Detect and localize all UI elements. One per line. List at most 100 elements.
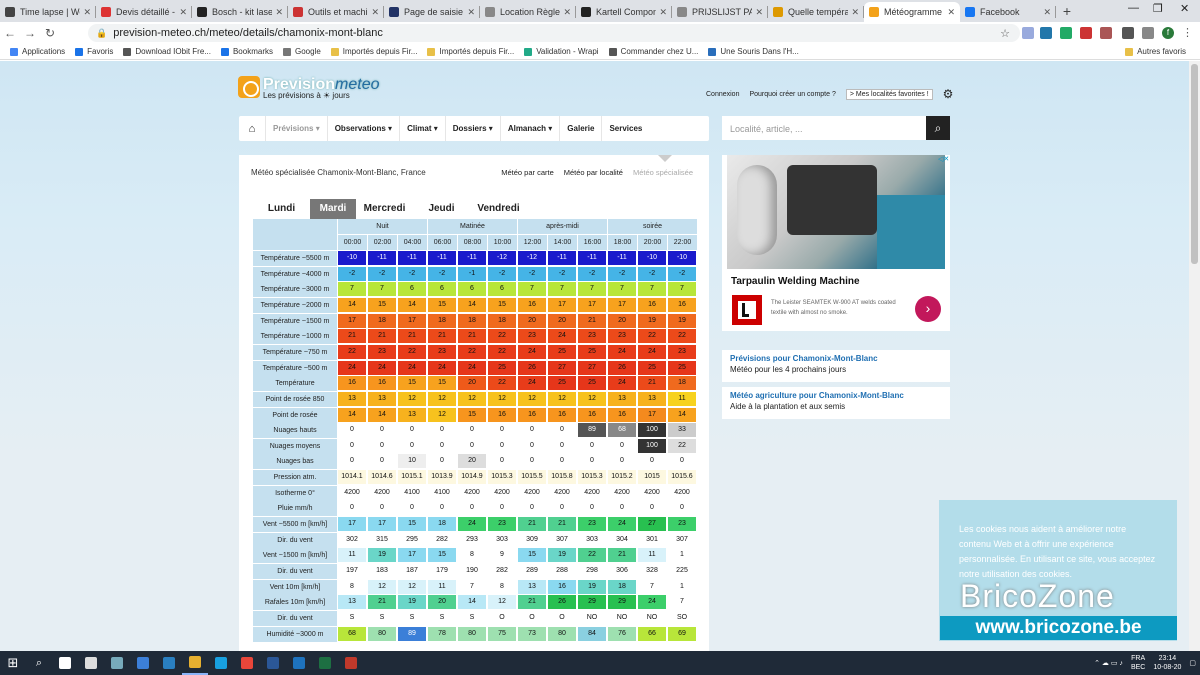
clock[interactable]: 23:14 10-08-20	[1153, 654, 1181, 672]
maximize-icon[interactable]: ❐	[1153, 2, 1163, 15]
keyboard-layout-label[interactable]: BEC	[1131, 664, 1145, 671]
url-field[interactable]: 🔒 prevision-meteo.ch/meteo/details/chamo…	[88, 24, 1020, 42]
bookmark-item[interactable]: Importés depuis Fir...	[330, 47, 417, 56]
tab-close-icon[interactable]: ✕	[467, 7, 475, 18]
new-tab-icon[interactable]: +	[1056, 2, 1078, 22]
bookmark-item[interactable]: Favoris	[75, 47, 113, 56]
tab-close-icon[interactable]: ✕	[179, 7, 187, 18]
extension-icon-2[interactable]	[1040, 27, 1052, 39]
close-window-icon[interactable]: ✕	[1180, 2, 1189, 15]
browser-tab[interactable]: Page de saisie de✕	[384, 2, 480, 22]
browser-tab[interactable]: Facebook ✕	[960, 2, 1056, 22]
browser-tab[interactable]: Time lapse | Wei ✕	[0, 2, 96, 22]
extension-icon-7[interactable]	[1142, 27, 1154, 39]
ad-choices-icon[interactable]: ◁✕	[938, 155, 949, 163]
extension-icon-1[interactable]	[1022, 27, 1034, 39]
extension-icon-4[interactable]	[1080, 27, 1092, 39]
taskbar-app-icon[interactable]	[312, 651, 338, 675]
bookmark-item[interactable]: Download IObit Fre...	[123, 47, 211, 56]
taskbar-app-icon[interactable]	[104, 651, 130, 675]
forward-icon[interactable]: →	[20, 26, 40, 40]
ad-banner[interactable]: ◁✕ Tarpaulin Welding Machine The Leister…	[722, 155, 950, 331]
search-taskbar-icon[interactable]: ⌕	[26, 651, 52, 675]
view-tab[interactable]: Météo par carte	[501, 168, 554, 177]
bookmark-item[interactable]: Google	[282, 47, 321, 56]
taskbar-app-icon[interactable]	[156, 651, 182, 675]
scrollbar-thumb[interactable]	[1191, 64, 1198, 264]
view-tab[interactable]: Météo par localité	[564, 168, 623, 177]
bookmark-item[interactable]: Importés depuis Fir...	[427, 47, 514, 56]
day-tab[interactable]: Lundi	[253, 199, 310, 219]
nav-item[interactable]: Services	[601, 116, 649, 141]
nav-item[interactable]: Almanach ▾	[499, 116, 559, 141]
nav-item[interactable]: Dossiers ▾	[444, 116, 500, 141]
nav-item[interactable]: Prévisions ▾	[265, 116, 327, 141]
taskbar-app-icon[interactable]	[234, 651, 260, 675]
login-link[interactable]: Connexion	[706, 91, 739, 98]
tab-close-icon[interactable]: ✕	[755, 7, 763, 18]
tab-close-icon[interactable]: ✕	[947, 7, 955, 18]
bookmark-item[interactable]: Applications	[10, 47, 65, 56]
browser-tab[interactable]: Quelle températu✕	[768, 2, 864, 22]
ad-title[interactable]: Tarpaulin Welding Machine	[731, 276, 860, 287]
tab-close-icon[interactable]: ✕	[83, 7, 91, 18]
tab-close-icon[interactable]: ✕	[1043, 7, 1051, 18]
tab-close-icon[interactable]: ✕	[563, 7, 571, 18]
browser-tab[interactable]: Bosch - kit laser ✕	[192, 2, 288, 22]
bookmark-other[interactable]: Autres favoris	[1125, 47, 1186, 56]
taskbar-app-icon[interactable]	[260, 651, 286, 675]
search-input[interactable]: Localité, article, ...	[722, 116, 926, 140]
browser-tab[interactable]: Location Règle à✕	[480, 2, 576, 22]
windows-start-icon[interactable]: ⊞	[0, 651, 26, 675]
notification-icon[interactable]: ▢	[1189, 659, 1196, 667]
taskbar-app-icon[interactable]	[52, 651, 78, 675]
bookmark-item[interactable]: Bookmarks	[220, 47, 273, 56]
create-account-link[interactable]: Pourquoi créer un compte ?	[749, 91, 835, 98]
profile-avatar[interactable]: f	[1162, 27, 1174, 39]
taskbar-app-icon[interactable]	[78, 651, 104, 675]
star-icon[interactable]: ☆	[1000, 27, 1010, 40]
tab-close-icon[interactable]: ✕	[659, 7, 667, 18]
search-icon[interactable]: ⌕	[926, 116, 950, 140]
forecast-link-box[interactable]: Prévisions pour Chamonix-Mont-Blanc Mété…	[722, 350, 950, 382]
bookmark-item[interactable]: Commander chez U...	[608, 47, 698, 56]
browser-tab[interactable]: Météogramme d ✕	[864, 2, 960, 22]
menu-dots-icon[interactable]: ⋮	[1182, 26, 1193, 39]
agriculture-link-box[interactable]: Météo agriculture pour Chamonix-Mont-Bla…	[722, 387, 950, 419]
browser-tab[interactable]: Kartell Compone ✕	[576, 2, 672, 22]
tab-close-icon[interactable]: ✕	[275, 7, 283, 18]
ad-arrow-button[interactable]: ›	[915, 296, 941, 322]
browser-tab[interactable]: PRIJSLIJST PARTI✕	[672, 2, 768, 22]
taskbar-app-icon[interactable]	[208, 651, 234, 675]
tray-icons[interactable]: ⌃ ☁ ▭ ♪	[1094, 659, 1123, 667]
agriculture-link-title[interactable]: Météo agriculture pour Chamonix-Mont-Bla…	[730, 391, 942, 400]
forecast-link-title[interactable]: Prévisions pour Chamonix-Mont-Blanc	[730, 354, 942, 363]
bookmark-item[interactable]: Validation - Wrapi	[524, 47, 599, 56]
back-icon[interactable]: ←	[0, 26, 20, 40]
nav-item[interactable]: Galerie	[559, 116, 601, 141]
extension-icon-5[interactable]	[1100, 27, 1112, 39]
nav-item[interactable]: Observations ▾	[326, 116, 399, 141]
browser-tab[interactable]: Devis détaillé - E✕	[96, 2, 192, 22]
tab-close-icon[interactable]: ✕	[851, 7, 859, 18]
minimize-icon[interactable]: —	[1128, 2, 1139, 14]
day-tab[interactable]: Mercredi	[356, 199, 413, 219]
reload-icon[interactable]: ↻	[40, 26, 60, 40]
language-label[interactable]: FRA	[1131, 655, 1145, 662]
browser-tab[interactable]: Outils et machin ✕	[288, 2, 384, 22]
day-tab[interactable]: Vendredi	[470, 199, 527, 219]
day-tab[interactable]: Jeudi	[413, 199, 470, 219]
tab-close-icon[interactable]: ✕	[371, 7, 379, 18]
taskbar-app-icon[interactable]	[182, 651, 208, 675]
taskbar-app-icon[interactable]	[286, 651, 312, 675]
extension-icon-6[interactable]	[1122, 27, 1134, 39]
taskbar-app-icon[interactable]	[130, 651, 156, 675]
day-tab[interactable]: Mardi	[310, 199, 356, 219]
extension-icon-3[interactable]	[1060, 27, 1072, 39]
gear-icon[interactable]: ⚙	[943, 87, 954, 101]
home-icon[interactable]: ⌂	[239, 123, 265, 135]
bookmark-item[interactable]: Une Souris Dans l'H...	[708, 47, 799, 56]
nav-item[interactable]: Climat ▾	[399, 116, 445, 141]
taskbar-app-icon[interactable]	[338, 651, 364, 675]
view-tab[interactable]: Météo spécialisée	[633, 168, 693, 177]
